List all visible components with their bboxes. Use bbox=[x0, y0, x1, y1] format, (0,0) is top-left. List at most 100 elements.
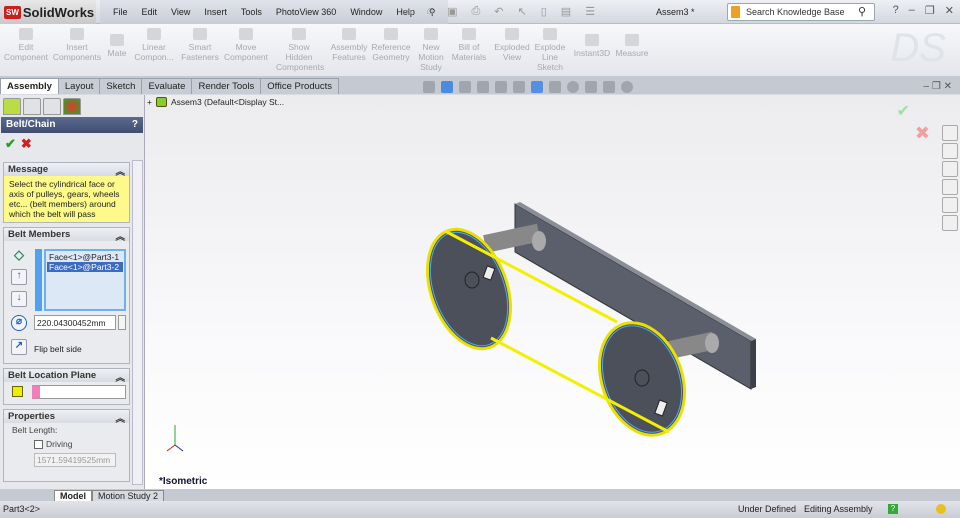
collapse-icon[interactable]: ︽ bbox=[115, 411, 125, 425]
confirm-cancel-icon[interactable]: ✖ bbox=[915, 123, 930, 144]
bill-of-materials-button[interactable]: Bill of Materials bbox=[450, 28, 488, 62]
assembly-features-button[interactable]: Assembly Features bbox=[330, 28, 368, 62]
zoom-to-fit-icon[interactable] bbox=[441, 81, 453, 93]
linear-component-pattern-button[interactable]: Linear Compon... bbox=[132, 28, 176, 62]
plane-selection-box[interactable] bbox=[32, 385, 126, 399]
menu-photoview[interactable]: PhotoView 360 bbox=[276, 7, 336, 17]
edit-component-button[interactable]: Edit Component bbox=[4, 28, 48, 62]
bottom-tabs: Model Motion Study 2 bbox=[0, 489, 960, 501]
scene-icon[interactable] bbox=[585, 81, 597, 93]
instant3d-button[interactable]: Instant3D bbox=[572, 34, 612, 58]
tab-layout[interactable]: Layout bbox=[57, 78, 101, 94]
tab-assembly[interactable]: Assembly bbox=[0, 78, 59, 94]
menu-window[interactable]: Window bbox=[350, 7, 382, 17]
search-knowledge-base-input[interactable]: Search Knowledge Base ⚲ bbox=[727, 3, 875, 21]
list-item[interactable]: Face<1>@Part3-2 bbox=[47, 262, 123, 272]
realview-icon[interactable] bbox=[621, 81, 633, 93]
file-properties-icon[interactable]: ▤ bbox=[561, 5, 571, 18]
collapse-icon[interactable]: ︽ bbox=[115, 229, 125, 243]
view-settings-icon[interactable] bbox=[603, 81, 615, 93]
move-component-button[interactable]: Move Component bbox=[224, 28, 268, 62]
belt-length-input[interactable]: 1571.59419525mm bbox=[34, 453, 116, 467]
diameter-input[interactable]: 220.04300452mm bbox=[34, 315, 116, 330]
search-icon[interactable]: ⚲ bbox=[858, 5, 866, 18]
panel-scrollbar[interactable] bbox=[132, 160, 143, 485]
move-up-button[interactable]: ↑ bbox=[11, 269, 27, 285]
move-down-button[interactable]: ↓ bbox=[11, 291, 27, 307]
flip-belt-side-button[interactable]: ↗ bbox=[11, 339, 27, 355]
view-palette-icon[interactable] bbox=[942, 179, 958, 195]
display-style-icon[interactable] bbox=[531, 81, 543, 93]
print-icon[interactable]: ⎙ bbox=[471, 5, 480, 18]
tab-evaluate[interactable]: Evaluate bbox=[141, 78, 193, 94]
driving-checkbox[interactable] bbox=[34, 439, 43, 449]
tab-model[interactable]: Model bbox=[54, 490, 92, 501]
menu-edit[interactable]: Edit bbox=[142, 7, 158, 17]
insert-components-button[interactable]: Insert Components bbox=[52, 28, 102, 62]
list-item[interactable]: Face<1>@Part3-1 bbox=[47, 252, 123, 262]
help-icon[interactable]: ? bbox=[893, 4, 899, 17]
save-icon[interactable]: ▣ bbox=[447, 5, 457, 18]
menu-file[interactable]: File bbox=[113, 7, 128, 17]
viewport-window-controls[interactable]: – ❐ ✕ bbox=[924, 81, 952, 92]
display-manager-tab[interactable] bbox=[63, 98, 81, 115]
new-icon[interactable]: ▭ bbox=[402, 5, 412, 18]
mate-button[interactable]: Mate bbox=[104, 34, 130, 58]
ok-button[interactable]: ✔ bbox=[5, 136, 16, 151]
tab-office-products[interactable]: Office Products bbox=[260, 78, 340, 94]
show-hidden-components-button[interactable]: Show Hidden Components bbox=[276, 28, 324, 72]
zoom-area-icon[interactable] bbox=[459, 81, 471, 93]
options-icon[interactable]: ☰ bbox=[585, 5, 595, 18]
cancel-button[interactable]: ✖ bbox=[21, 136, 32, 151]
property-manager-tab[interactable] bbox=[23, 98, 41, 115]
custom-properties-icon[interactable] bbox=[942, 215, 958, 231]
task-pane-tabs bbox=[942, 125, 958, 231]
diameter-spinner[interactable] bbox=[118, 315, 126, 330]
select-icon[interactable]: ↖ bbox=[518, 5, 527, 18]
reference-geometry-button[interactable]: Reference Geometry bbox=[370, 28, 412, 62]
close-button[interactable]: ✕ bbox=[945, 4, 954, 17]
design-library-icon[interactable] bbox=[942, 143, 958, 159]
configuration-manager-tab[interactable] bbox=[43, 98, 61, 115]
new-motion-study-button[interactable]: New Motion Study bbox=[416, 28, 446, 72]
confirm-ok-icon[interactable]: ✔ bbox=[897, 101, 910, 121]
view-orientation-icon[interactable] bbox=[423, 81, 435, 93]
explode-line-sketch-button[interactable]: Explode Line Sketch bbox=[534, 28, 566, 72]
previous-view-icon[interactable] bbox=[477, 81, 489, 93]
view-cube-icon[interactable] bbox=[513, 81, 525, 93]
minimize-button[interactable]: – bbox=[909, 4, 915, 17]
menu-insert[interactable]: Insert bbox=[204, 7, 227, 17]
undo-icon[interactable]: ↶ bbox=[494, 5, 503, 18]
definition-status: Under Defined bbox=[738, 504, 797, 514]
open-icon[interactable]: ⌂ bbox=[426, 5, 433, 18]
file-explorer-icon[interactable] bbox=[942, 161, 958, 177]
smart-fasteners-button[interactable]: Smart Fasteners bbox=[180, 28, 220, 62]
home-icon[interactable] bbox=[942, 125, 958, 141]
tab-render-tools[interactable]: Render Tools bbox=[191, 78, 262, 94]
help-icon[interactable]: ? bbox=[888, 504, 898, 514]
triad-icon bbox=[166, 425, 184, 452]
tab-motion-study-2[interactable]: Motion Study 2 bbox=[92, 490, 165, 501]
section-view-icon[interactable] bbox=[495, 81, 507, 93]
face-selection-icon: ◇ bbox=[14, 247, 24, 262]
appearances-icon[interactable] bbox=[942, 197, 958, 213]
menu-bar: File Edit View Insert Tools PhotoView 36… bbox=[100, 0, 449, 24]
solidworks-logo[interactable]: SW SolidWorks bbox=[0, 0, 96, 24]
rebuild-icon[interactable]: ▯ bbox=[541, 5, 547, 18]
measure-button[interactable]: Measure bbox=[614, 34, 650, 58]
hide-show-icon[interactable] bbox=[549, 81, 561, 93]
help-button[interactable]: ? bbox=[132, 119, 138, 131]
tab-sketch[interactable]: Sketch bbox=[99, 78, 143, 94]
appearance-icon[interactable] bbox=[567, 81, 579, 93]
menu-view[interactable]: View bbox=[171, 7, 190, 17]
graphics-area[interactable]: + Assem3 (Default<Display St... ✔ ✖ *Isom… bbox=[145, 81, 960, 489]
feature-manager-tab[interactable] bbox=[3, 98, 21, 115]
document-title: Assem3 * bbox=[656, 7, 695, 17]
restore-button[interactable]: ❐ bbox=[925, 4, 935, 17]
belt-members-list[interactable]: Face<1>@Part3-1 Face<1>@Part3-2 bbox=[44, 249, 126, 311]
rebuild-status-icon[interactable] bbox=[936, 504, 946, 514]
exploded-view-button[interactable]: Exploded View bbox=[494, 28, 530, 62]
menu-tools[interactable]: Tools bbox=[241, 7, 262, 17]
collapse-icon[interactable]: ︽ bbox=[115, 164, 125, 178]
collapse-icon[interactable]: ︽ bbox=[115, 370, 125, 384]
